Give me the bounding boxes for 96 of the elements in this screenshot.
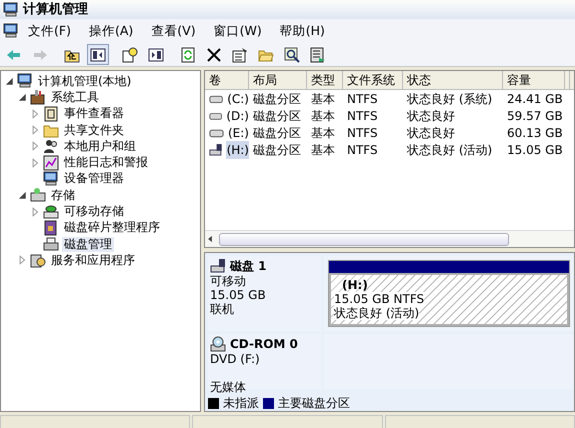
column-header[interactable]: 布局: [249, 71, 307, 89]
table-cell-text: 基本: [310, 142, 336, 158]
log-icon: [43, 106, 59, 122]
table-cell-text: 59.57 GB: [506, 108, 564, 124]
removable-drive-icon: [209, 142, 223, 158]
menu-item[interactable]: 窗口(W): [204, 22, 271, 40]
tree-item[interactable]: 性能日志和警报: [62, 155, 150, 170]
tree-item[interactable]: 系统工具: [49, 90, 101, 105]
table-cell-text: 状态良好 (系统): [406, 90, 494, 108]
table-cell-text: 状态良好 (活动): [406, 142, 494, 158]
table-cell-text: 磁盘分区: [252, 90, 302, 108]
computer-icon: [3, 2, 19, 18]
table-cell-text: 15.05 GB: [506, 142, 564, 158]
menu-item[interactable]: 查看(V): [142, 22, 205, 40]
disk-name: 磁盘 1: [230, 259, 267, 273]
table-cell-text: 磁盘分区: [252, 142, 302, 158]
magnifier-icon: [284, 46, 300, 62]
column-header[interactable]: 状态: [403, 71, 503, 89]
column-header[interactable]: 容量: [503, 71, 565, 89]
table-cell-text: 基本: [310, 124, 336, 142]
volume-name[interactable]: (H:): [226, 140, 249, 158]
table-cell-text: NTFS: [346, 108, 379, 124]
volume-name[interactable]: (C:): [226, 90, 249, 108]
drive-icon: [43, 204, 59, 220]
table-cell-text: 磁盘分区: [252, 124, 302, 142]
tree-item[interactable]: 服务和应用程序: [49, 252, 137, 268]
collapsed-arrow-icon[interactable]: [30, 141, 40, 152]
computer-icon: [43, 170, 59, 187]
delete-icon: [206, 46, 222, 62]
refresh-icon: [180, 46, 196, 62]
disk-drive-icon: [43, 236, 59, 252]
table-cell-text: 状态良好: [406, 108, 456, 124]
menu-item[interactable]: 帮助(H): [270, 22, 334, 40]
expanded-arrow-icon[interactable]: [17, 92, 27, 102]
storage-icon: [30, 187, 46, 204]
menu-item[interactable]: 文件(F): [19, 22, 80, 40]
scrollbar-thumb[interactable]: [219, 232, 509, 246]
tree-item[interactable]: 设备管理器: [62, 171, 126, 186]
defrag-icon: [43, 220, 59, 236]
table-cell-text: 基本: [310, 90, 336, 108]
tree-item[interactable]: 存储: [49, 188, 77, 203]
tree-item[interactable]: 磁盘碎片整理程序: [62, 220, 162, 236]
partition-block[interactable]: (H:) 15.05 GB NTFS 状态良好 (活动): [329, 273, 569, 326]
disk-info: 联机: [210, 302, 235, 316]
disk-info: DVD (F:): [210, 352, 261, 366]
column-header[interactable]: 类型: [307, 71, 343, 89]
column-header[interactable]: 卷: [205, 71, 249, 89]
tree-item[interactable]: 共享文件夹: [62, 122, 126, 138]
table-cell-text: NTFS: [346, 142, 379, 158]
export-list-icon: [310, 46, 326, 62]
table-cell-text: 磁盘分区: [252, 108, 302, 124]
tree-item[interactable]: 计算机管理(本地): [36, 74, 134, 89]
legend-label: 主要磁盘分区: [278, 395, 350, 412]
tree-pane-icon: [90, 46, 106, 62]
users-icon: [43, 138, 59, 154]
services-icon: [30, 252, 46, 268]
tree-item[interactable]: 可移动存储: [62, 204, 126, 220]
disk-name: CD-ROM 0: [230, 337, 298, 351]
table-cell-text: 状态良好: [406, 124, 456, 142]
collapsed-arrow-icon[interactable]: [30, 108, 40, 119]
properties-icon: [232, 46, 248, 62]
legend-label: 未指派: [223, 395, 259, 412]
volume-name[interactable]: (D:): [225, 106, 249, 124]
expanded-arrow-icon[interactable]: [17, 190, 27, 200]
cd-drive-icon: [210, 336, 226, 352]
computer-icon: [3, 23, 19, 39]
chart-icon: [43, 154, 59, 171]
tree-item[interactable]: 磁盘管理: [62, 236, 114, 252]
toolbox-icon: [30, 89, 46, 106]
tree-item[interactable]: 本地用户和组: [62, 138, 138, 154]
removable-drive-icon: [210, 258, 226, 274]
help-icon: [122, 46, 138, 62]
collapsed-arrow-icon[interactable]: [30, 158, 40, 168]
collapsed-arrow-icon[interactable]: [30, 206, 40, 217]
partition-label: (H:): [341, 278, 368, 292]
computer-icon: [17, 73, 33, 90]
disk-info: 可移动: [210, 274, 247, 288]
disk-info: 15.05 GB: [210, 288, 267, 302]
partition-status: 状态良好 (活动): [334, 306, 420, 320]
collapsed-arrow-icon[interactable]: [30, 125, 40, 136]
expanded-arrow-icon[interactable]: [4, 76, 14, 86]
table-cell-text: NTFS: [346, 90, 379, 108]
table-cell-text: 60.13 GB: [506, 124, 564, 142]
table-cell-text: NTFS: [346, 124, 379, 142]
action-pane-icon: [148, 46, 164, 62]
toolbar-button[interactable]: [87, 44, 109, 65]
disk-info: 无媒体: [210, 380, 247, 394]
volume-name[interactable]: (E:): [227, 124, 249, 142]
window-title: 计算机管理: [23, 0, 88, 19]
table-cell-text: 24.41 GB: [506, 90, 564, 108]
collapsed-arrow-icon[interactable]: [17, 255, 27, 266]
column-header[interactable]: 文件系统: [343, 71, 403, 89]
table-cell-text: 基本: [310, 108, 336, 124]
menu-item[interactable]: 操作(A): [80, 22, 142, 40]
tree-item[interactable]: 事件查看器: [62, 106, 126, 122]
partition-size: 15.05 GB NTFS: [334, 292, 424, 306]
